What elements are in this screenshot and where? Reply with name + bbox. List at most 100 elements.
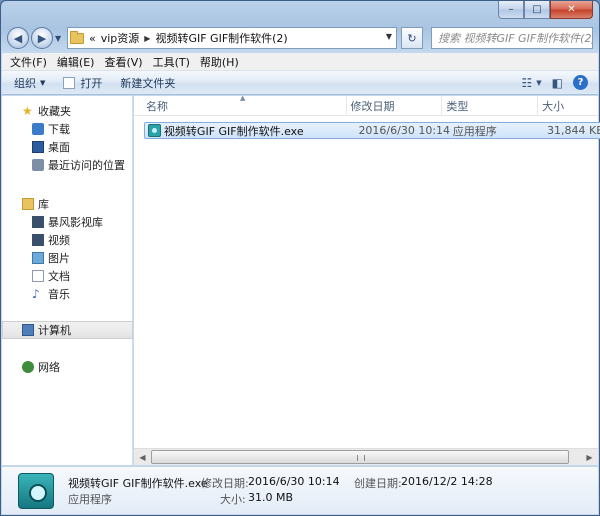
breadcrumb-overflow[interactable]: « [89, 32, 96, 45]
column-modified-label: 修改日期 [350, 100, 395, 113]
help-button[interactable]: ? [573, 74, 588, 91]
column-headers: ▲ 名称 修改日期 类型 大小 [134, 94, 598, 116]
sidebar-item-label: 文档 [48, 270, 70, 283]
library-icon [22, 198, 34, 210]
music-icon: ♪ [32, 287, 40, 301]
libraries-group: 库 暴风影视库 视频 图片 文档 ♪ 音乐 [2, 195, 133, 303]
new-folder-button[interactable]: 新建文件夹 [120, 75, 175, 91]
file-type: 应用程序 [452, 124, 497, 138]
sidebar-item-documents[interactable]: 文档 [2, 267, 133, 285]
sidebar-item-label: 网络 [38, 361, 60, 374]
menu-help[interactable]: 帮助(H) [200, 54, 239, 70]
breadcrumb-separator-icon[interactable]: ▶ [144, 34, 150, 43]
back-button[interactable]: ◀ [7, 27, 29, 49]
sidebar-item-pictures[interactable]: 图片 [2, 249, 133, 267]
nav-buttons: ◀ ▶ ▼ [7, 26, 63, 50]
file-list: ▲ 名称 修改日期 类型 大小 视频转GIF GIF制作软件.exe 2016/… [134, 94, 600, 465]
video-library-icon [32, 216, 44, 228]
sidebar-item-label: 音乐 [48, 288, 70, 301]
details-modified-value: 2016/6/30 10:14 [248, 475, 340, 488]
address-bar[interactable]: « vip资源 ▶ 视频转GIF GIF制作软件(2) ▼ [67, 27, 397, 49]
menu-file[interactable]: 文件(F) [10, 54, 47, 70]
column-size[interactable]: 大小 [538, 96, 598, 116]
details-created-value: 2016/12/2 14:28 [401, 475, 493, 488]
sidebar-item-videos[interactable]: 视频 [2, 231, 133, 249]
open-label: 打开 [80, 76, 103, 90]
scroll-track[interactable] [151, 449, 581, 465]
sidebar-item-desktop[interactable]: 桌面 [2, 138, 133, 156]
scroll-left-icon[interactable]: ◀ [134, 449, 151, 465]
address-dropdown-icon[interactable]: ▼ [386, 32, 392, 41]
breadcrumb-current[interactable]: 视频转GIF GIF制作软件(2) [155, 30, 287, 46]
horizontal-scrollbar[interactable]: ◀ ▶ [134, 448, 598, 465]
column-name[interactable]: ▲ 名称 [134, 94, 347, 116]
forward-button[interactable]: ▶ [31, 27, 53, 49]
view-dropdown-icon[interactable]: ▼ [536, 74, 541, 91]
favorites-header[interactable]: ★ 收藏夹 [2, 102, 133, 120]
sidebar-item-baofeng[interactable]: 暴风影视库 [2, 213, 133, 231]
application-large-icon [18, 473, 54, 509]
folder-icon [70, 30, 84, 44]
open-icon [63, 76, 76, 89]
recent-pages-dropdown[interactable]: ▼ [55, 34, 61, 43]
column-name-label: 名称 [146, 100, 168, 113]
search-input[interactable]: 搜索 视频转GIF GIF制作软件(2) [431, 27, 593, 49]
application-icon [148, 124, 161, 137]
organize-button[interactable]: 组织 ▼ [14, 75, 45, 91]
sidebar-item-label: 图片 [48, 252, 70, 265]
favorites-group: ★ 收藏夹 下载 桌面 最近访问的位置 [2, 102, 133, 174]
column-type[interactable]: 类型 [442, 96, 539, 116]
scroll-thumb[interactable] [151, 450, 569, 464]
sidebar-item-label: 桌面 [48, 141, 70, 154]
star-icon: ★ [22, 104, 33, 118]
sidebar-item-recent[interactable]: 最近访问的位置 [2, 156, 133, 174]
refresh-button[interactable]: ↻ [401, 27, 423, 49]
navigation-row: ◀ ▶ ▼ « vip资源 ▶ 视频转GIF GIF制作软件(2) ▼ ↻ 搜索… [7, 25, 593, 51]
organize-label: 组织 [14, 76, 36, 90]
new-folder-label: 新建文件夹 [120, 76, 176, 90]
details-file-name: 视频转GIF GIF制作软件.exe [68, 477, 208, 490]
chevron-down-icon: ▼ [40, 78, 46, 87]
sidebar-item-network[interactable]: 网络 [2, 358, 133, 376]
open-button[interactable]: 打开 [63, 75, 102, 91]
sidebar-item-label: 视频 [48, 234, 70, 247]
details-created-label: 创建日期: [354, 477, 402, 490]
table-row[interactable]: 视频转GIF GIF制作软件.exe 2016/6/30 10:14 应用程序 … [144, 122, 600, 139]
sidebar-item-label: 最近访问的位置 [48, 159, 125, 172]
breadcrumb-vip[interactable]: vip资源 [101, 30, 140, 46]
sidebar-item-computer[interactable]: 计算机 [2, 321, 133, 339]
details-size-label: 大小: [220, 493, 246, 506]
favorites-label: 收藏夹 [38, 105, 71, 118]
network-group: 网络 [2, 358, 133, 376]
libraries-label: 库 [38, 198, 49, 211]
navigation-pane: ★ 收藏夹 下载 桌面 最近访问的位置 库 暴风影视库 视频 图片 文档 ♪ 音… [2, 96, 133, 465]
maximize-button[interactable]: □ [524, 1, 550, 19]
sidebar-item-music[interactable]: ♪ 音乐 [2, 285, 133, 303]
explorer-window: – □ ✕ ◀ ▶ ▼ « vip资源 ▶ 视频转GIF GIF制作软件(2) … [0, 0, 600, 516]
details-modified-label: 修改日期: [201, 477, 249, 490]
preview-pane-icon[interactable]: ◧ [552, 74, 563, 91]
downloads-icon [32, 123, 44, 135]
menu-tools[interactable]: 工具(T) [153, 54, 190, 70]
sidebar-item-label: 下载 [48, 123, 70, 136]
details-pane: 视频转GIF GIF制作软件.exe 应用程序 修改日期: 2016/6/30 … [2, 466, 598, 514]
column-type-label: 类型 [446, 100, 469, 113]
sidebar-item-label: 暴风影视库 [48, 216, 103, 229]
minimize-button[interactable]: – [498, 1, 524, 19]
close-button[interactable]: ✕ [550, 1, 593, 19]
column-modified[interactable]: 修改日期 [347, 96, 443, 116]
recent-places-icon [32, 159, 44, 171]
column-size-label: 大小 [542, 100, 565, 113]
file-modified: 2016/6/30 10:14 [358, 124, 451, 137]
menu-view[interactable]: 查看(V) [104, 54, 142, 70]
desktop-icon [32, 141, 44, 153]
grip-icon [357, 455, 365, 461]
scroll-right-icon[interactable]: ▶ [581, 449, 598, 465]
menu-edit[interactable]: 编辑(E) [57, 54, 95, 70]
libraries-header[interactable]: 库 [2, 195, 133, 213]
sidebar-item-downloads[interactable]: 下载 [2, 120, 133, 138]
caption-buttons: – □ ✕ [498, 1, 593, 20]
change-view-icon[interactable]: ☷ [522, 74, 533, 91]
file-size: 31,844 KB [547, 124, 600, 137]
documents-icon [32, 270, 44, 282]
